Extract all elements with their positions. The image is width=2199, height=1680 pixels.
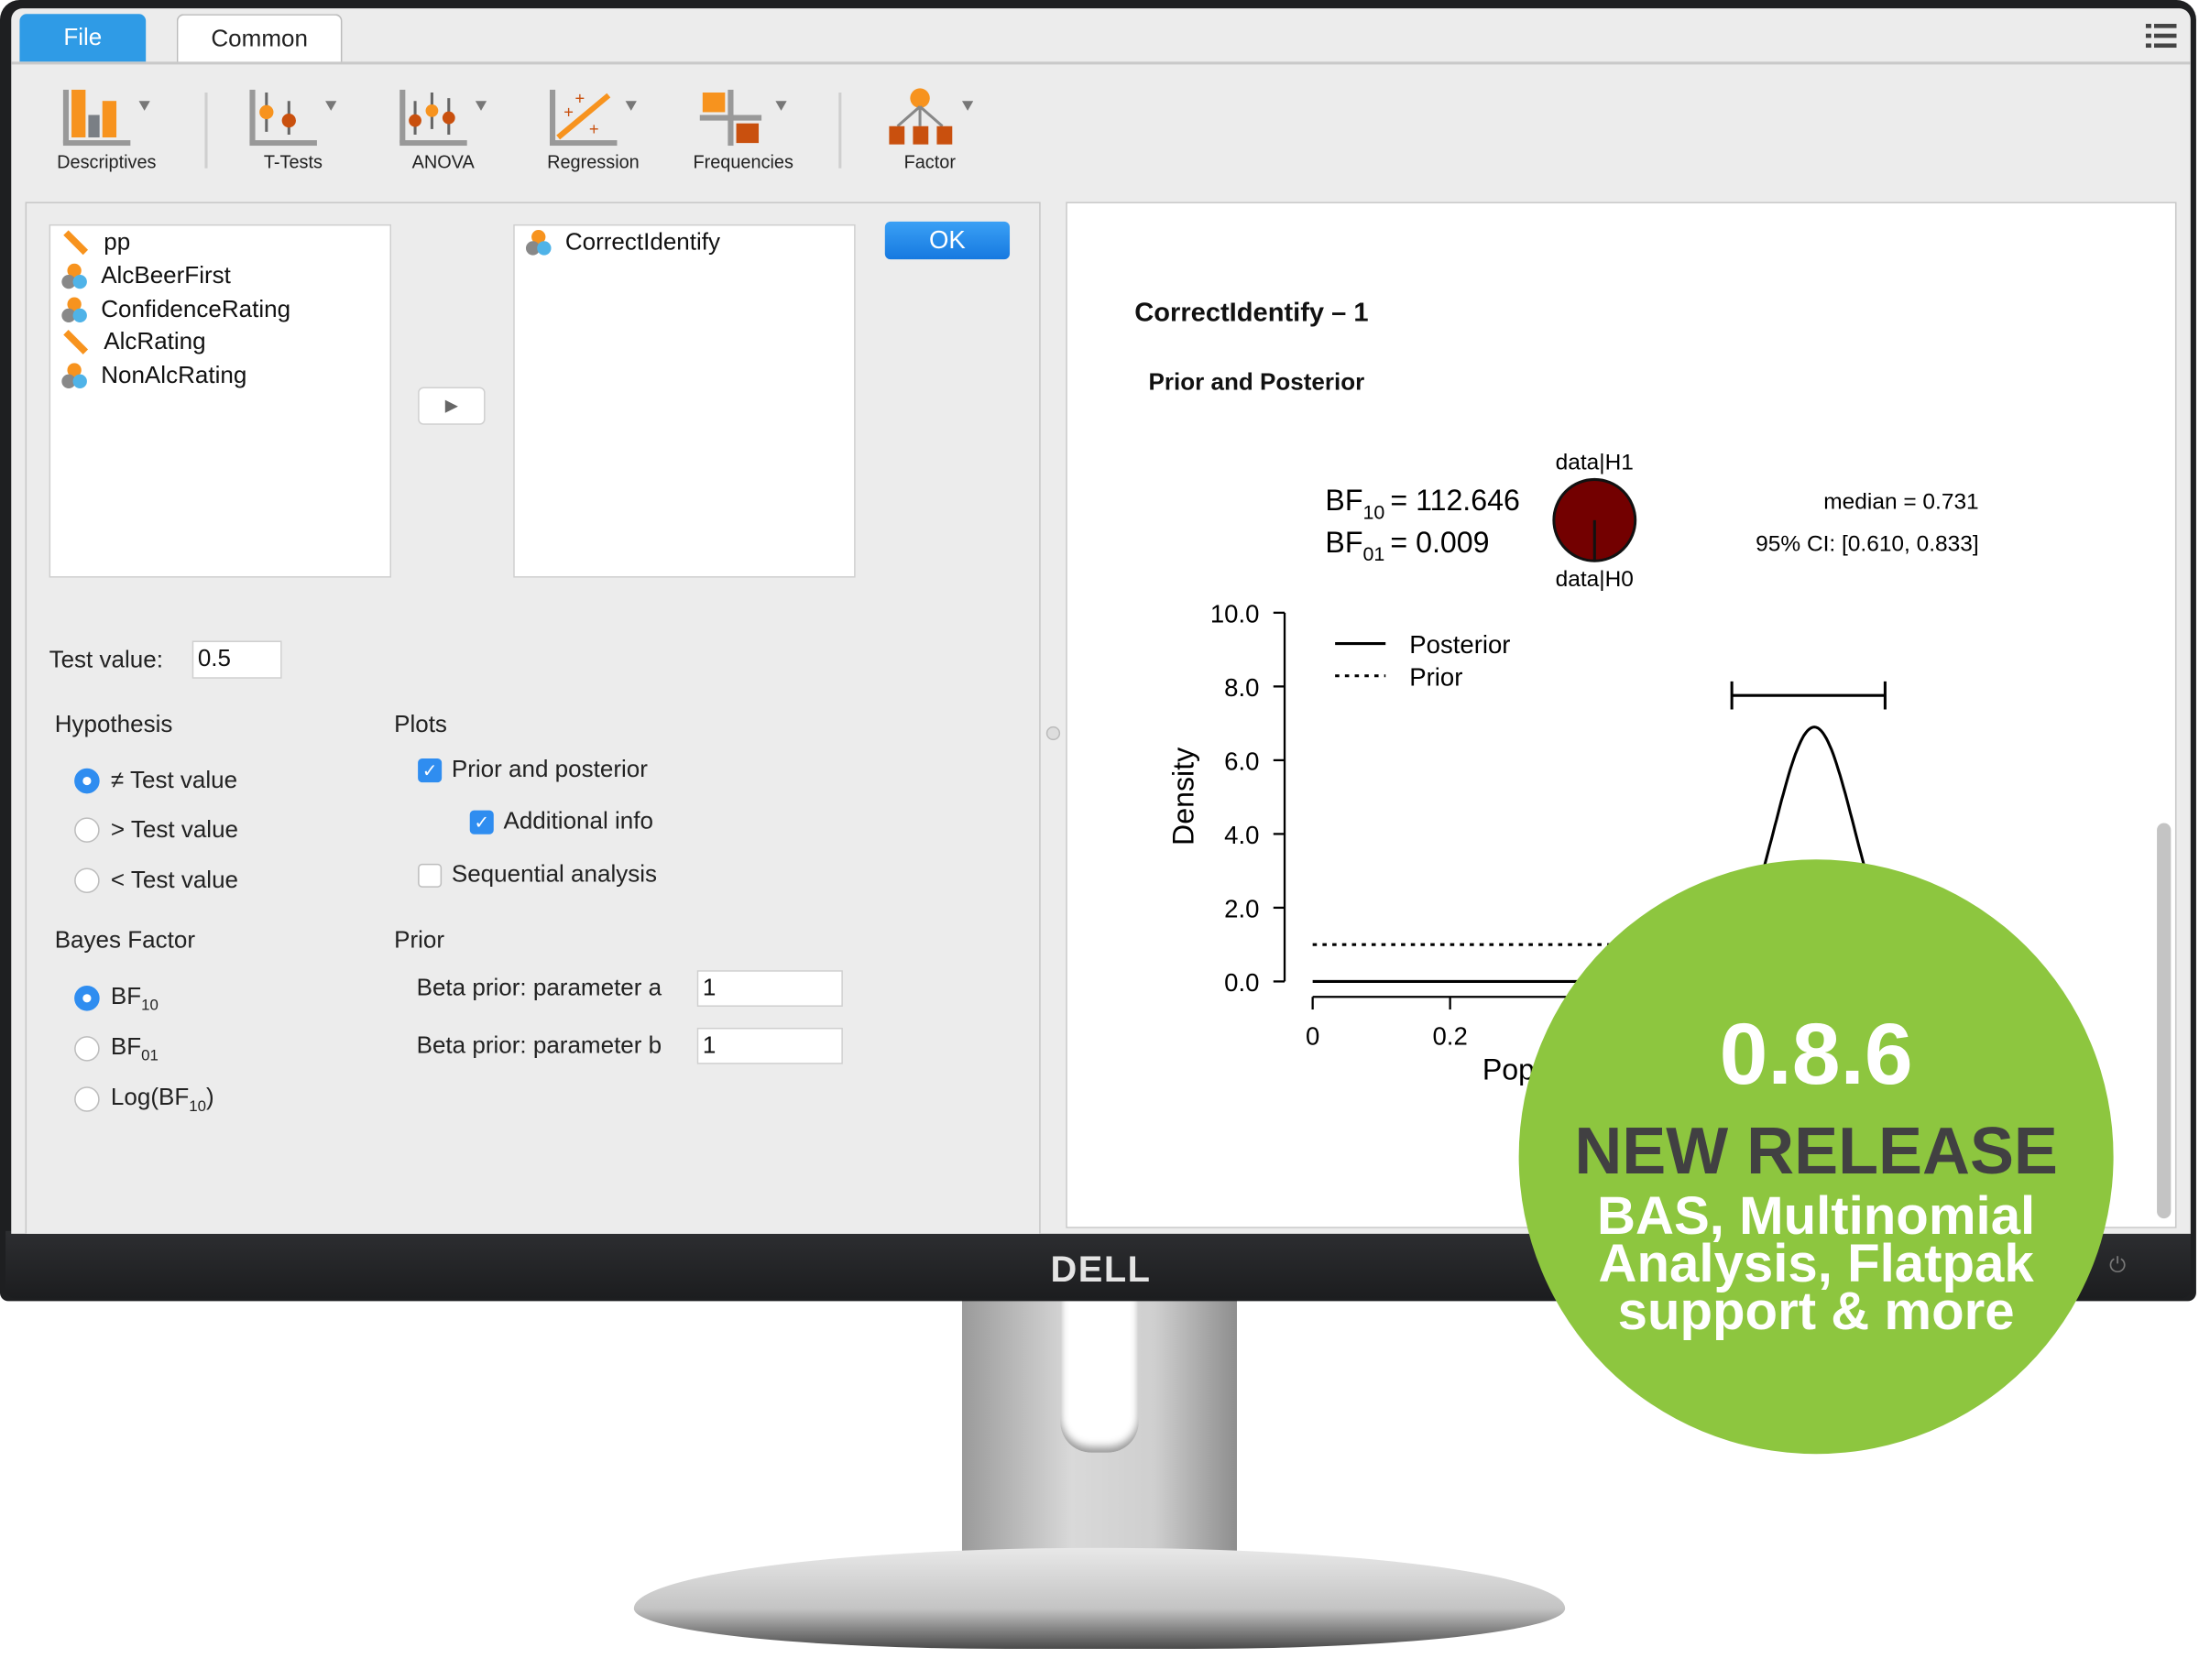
badge-headline: NEW RELEASE bbox=[1574, 1113, 2058, 1188]
y-tick-label: 6.0 bbox=[1224, 747, 1259, 776]
legend-prior-label: Prior bbox=[1409, 662, 1462, 691]
bf01-label: BF01 = 0.009 bbox=[1325, 526, 1489, 565]
legend-posterior-label: Posterior bbox=[1409, 630, 1510, 659]
y-tick-label: 2.0 bbox=[1224, 895, 1259, 923]
dell-logo: DELL bbox=[1050, 1248, 1152, 1291]
x-tick-label: 0 bbox=[1306, 1021, 1319, 1050]
badge-line: Analysis, Flatpak bbox=[1598, 1235, 2034, 1294]
y-tick-label: 0.0 bbox=[1224, 968, 1259, 997]
median-label: median = 0.731 bbox=[1823, 490, 1978, 515]
promo-stage: DELL ⏻ File Common Descriptives T-Tests … bbox=[0, 0, 2199, 1680]
y-tick-label: 8.0 bbox=[1224, 673, 1259, 702]
y-axis-label: Density bbox=[1167, 747, 1200, 845]
pie-label-h1: data|H1 bbox=[1556, 451, 1634, 475]
x-tick-label: 0.2 bbox=[1432, 1021, 1467, 1050]
y-tick-label: 4.0 bbox=[1224, 821, 1259, 849]
badge-line: BAS, Multinomial bbox=[1596, 1187, 2036, 1247]
pie-label-h0: data|H0 bbox=[1556, 567, 1634, 592]
monitor-stand-base bbox=[633, 1547, 1566, 1649]
badge-version: 0.8.6 bbox=[1719, 1006, 1913, 1104]
y-tick-label: 10.0 bbox=[1210, 600, 1260, 628]
bf10-label: BF10 = 112.646 bbox=[1325, 484, 1519, 523]
badge-line: support & more bbox=[1617, 1282, 2015, 1342]
monitor-stand-hole bbox=[1060, 1298, 1139, 1453]
ci-label: 95% CI: [0.610, 0.833] bbox=[1756, 532, 1978, 557]
release-badge: 0.8.6 NEW RELEASE BAS, Multinomial Analy… bbox=[1518, 859, 2114, 1455]
